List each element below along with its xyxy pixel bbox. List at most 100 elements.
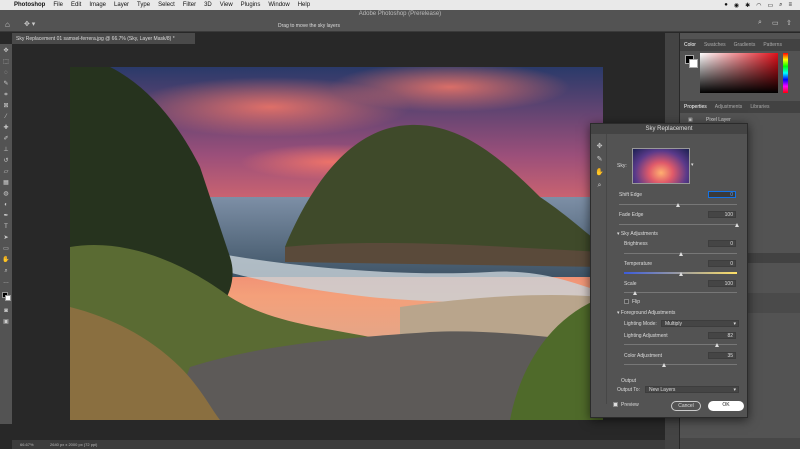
status-dot-icon[interactable]: ◉ — [734, 2, 739, 9]
shift-edge-label: Shift Edge — [619, 192, 643, 198]
quick-select-icon[interactable]: ✎ — [2, 80, 10, 88]
zoom-level[interactable]: 66.67% — [20, 442, 34, 447]
crop-tool-icon[interactable]: ⌗ — [2, 91, 10, 99]
brightness-slider-thumb[interactable] — [678, 252, 683, 256]
temperature-input[interactable]: 0 — [708, 260, 736, 267]
move-tool-icon[interactable]: ✥ — [2, 47, 10, 55]
eyedropper-icon[interactable]: ⁄ — [2, 113, 10, 121]
frame-tool-icon[interactable]: ⊠ — [2, 102, 10, 110]
dodge-tool-icon[interactable]: ◐ — [2, 201, 10, 209]
sky-adjustments-toggle[interactable]: ▾ Sky Adjustments — [617, 231, 658, 237]
hand-tool-icon[interactable]: ✋ — [595, 168, 604, 177]
quick-mask-icon[interactable]: ◙ — [2, 307, 10, 315]
foreground-adjustments-toggle[interactable]: ▾ Foreground Adjustments — [617, 310, 675, 316]
lasso-tool-icon[interactable]: ◌ — [2, 69, 10, 77]
workspace-icon[interactable]: ▭ — [772, 19, 779, 27]
tab-gradients[interactable]: Gradients — [730, 42, 760, 48]
menu-help[interactable]: Help — [298, 2, 310, 8]
lighting-adjustment-input[interactable]: 82 — [708, 332, 736, 339]
marquee-tool-icon[interactable]: ⬚ — [2, 58, 10, 66]
type-tool-icon[interactable]: T — [2, 223, 10, 231]
color-adjustment-track[interactable] — [624, 364, 737, 365]
rectangle-tool-icon[interactable]: ▭ — [2, 245, 10, 253]
menu-edit[interactable]: Edit — [71, 2, 81, 8]
search-icon[interactable]: ⌕ — [758, 19, 762, 27]
tab-libraries[interactable]: Libraries — [746, 104, 773, 110]
blur-tool-icon[interactable]: ◍ — [2, 190, 10, 198]
lighting-mode-select[interactable]: Multiply ▾ — [661, 320, 739, 327]
tab-adjustments[interactable]: Adjustments — [711, 104, 747, 110]
lighting-adjustment-track[interactable] — [624, 344, 737, 345]
temperature-slider-thumb[interactable] — [678, 272, 683, 276]
menu-view[interactable]: View — [220, 2, 233, 8]
zoom-tool-icon[interactable]: ⌕ — [595, 181, 604, 190]
shift-edge-input[interactable]: 0 — [708, 191, 736, 198]
chevron-down-icon: ▾ — [733, 321, 736, 327]
scale-input[interactable]: 100 — [708, 280, 736, 287]
menu-file[interactable]: File — [53, 2, 63, 8]
screen-mode-icon[interactable]: ▣ — [2, 318, 10, 326]
sky-brush-icon[interactable]: ✎ — [595, 155, 604, 164]
app-menu[interactable]: Photoshop — [14, 2, 45, 8]
move-tool-icon[interactable]: ✥ ▾ — [24, 20, 35, 28]
menu-image[interactable]: Image — [89, 2, 106, 8]
menu-plugins[interactable]: Plugins — [241, 2, 261, 8]
output-to-select[interactable]: New Layers ▾ — [645, 386, 739, 393]
cancel-button[interactable]: Cancel — [671, 401, 701, 411]
preview-checkbox[interactable] — [613, 402, 618, 407]
ok-button[interactable]: OK — [708, 401, 744, 411]
tab-swatches[interactable]: Swatches — [700, 42, 730, 48]
toolbox: ✥ ⬚ ◌ ✎ ⌗ ⊠ ⁄ ✚ ✐ ⊥ ↺ ▱ ▦ ◍ ◐ ✒ T ➤ ▭ ✋ … — [0, 44, 12, 424]
search-icon[interactable]: ⌕ — [779, 2, 782, 9]
zoom-tool-icon[interactable]: ⌕ — [2, 267, 10, 275]
background-color-swatch[interactable] — [689, 59, 698, 68]
sky-preset-thumbnail[interactable] — [632, 148, 690, 184]
tab-color[interactable]: Color — [680, 42, 700, 48]
menu-layer[interactable]: Layer — [114, 2, 129, 8]
healing-brush-icon[interactable]: ✚ — [2, 124, 10, 132]
fade-edge-slider-thumb[interactable] — [735, 223, 739, 227]
creative-cloud-icon[interactable]: ● — [724, 2, 728, 8]
gradient-tool-icon[interactable]: ▦ — [2, 179, 10, 187]
scale-slider-thumb[interactable] — [633, 291, 638, 295]
chevron-down-icon[interactable]: ▾ — [691, 162, 694, 168]
history-brush-icon[interactable]: ↺ — [2, 157, 10, 165]
chevron-down-icon: ▾ — [733, 387, 736, 393]
color-picker-field[interactable] — [700, 53, 778, 93]
wifi-icon[interactable]: ◠ — [756, 2, 761, 9]
shift-edge-slider-thumb[interactable] — [676, 203, 680, 207]
tab-patterns[interactable]: Patterns — [759, 42, 786, 48]
control-center-icon[interactable]: ≡ — [788, 2, 792, 8]
move-tool-icon[interactable]: ✥ — [595, 142, 604, 151]
background-color-swatch[interactable] — [5, 295, 11, 301]
more-tools-icon[interactable]: … — [2, 278, 10, 286]
menu-filter[interactable]: Filter — [183, 2, 196, 8]
document-image[interactable] — [70, 67, 603, 420]
eraser-icon[interactable]: ▱ — [2, 168, 10, 176]
document-tab[interactable]: Sky Replacement 01 samsel-ferrera.jpg @ … — [12, 33, 195, 44]
path-select-icon[interactable]: ➤ — [2, 234, 10, 242]
home-icon[interactable]: ⌂ — [5, 20, 10, 29]
clone-stamp-icon[interactable]: ⊥ — [2, 146, 10, 154]
hand-tool-icon[interactable]: ✋ — [2, 256, 10, 264]
brightness-input[interactable]: 0 — [708, 240, 736, 247]
scale-track[interactable] — [624, 292, 737, 293]
pen-tool-icon[interactable]: ✒ — [2, 212, 10, 220]
mac-menubar: Photoshop File Edit Image Layer Type Sel… — [0, 0, 800, 10]
menu-window[interactable]: Window — [268, 2, 289, 8]
flip-checkbox[interactable] — [624, 299, 629, 304]
display-icon[interactable]: ▭ — [767, 2, 773, 9]
fade-edge-track[interactable] — [619, 224, 737, 225]
lighting-adjustment-slider-thumb[interactable] — [714, 343, 719, 347]
menu-3d[interactable]: 3D — [204, 2, 212, 8]
bluetooth-icon[interactable]: ✱ — [745, 2, 750, 9]
color-adjustment-input[interactable]: 35 — [708, 352, 736, 359]
menu-type[interactable]: Type — [137, 2, 150, 8]
hue-slider[interactable] — [783, 53, 788, 93]
fade-edge-input[interactable]: 100 — [708, 211, 736, 218]
tab-properties[interactable]: Properties — [680, 104, 711, 110]
menu-select[interactable]: Select — [158, 2, 175, 8]
share-icon[interactable]: ⇧ — [786, 19, 792, 27]
brush-tool-icon[interactable]: ✐ — [2, 135, 10, 143]
color-adjustment-slider-thumb[interactable] — [661, 363, 666, 367]
